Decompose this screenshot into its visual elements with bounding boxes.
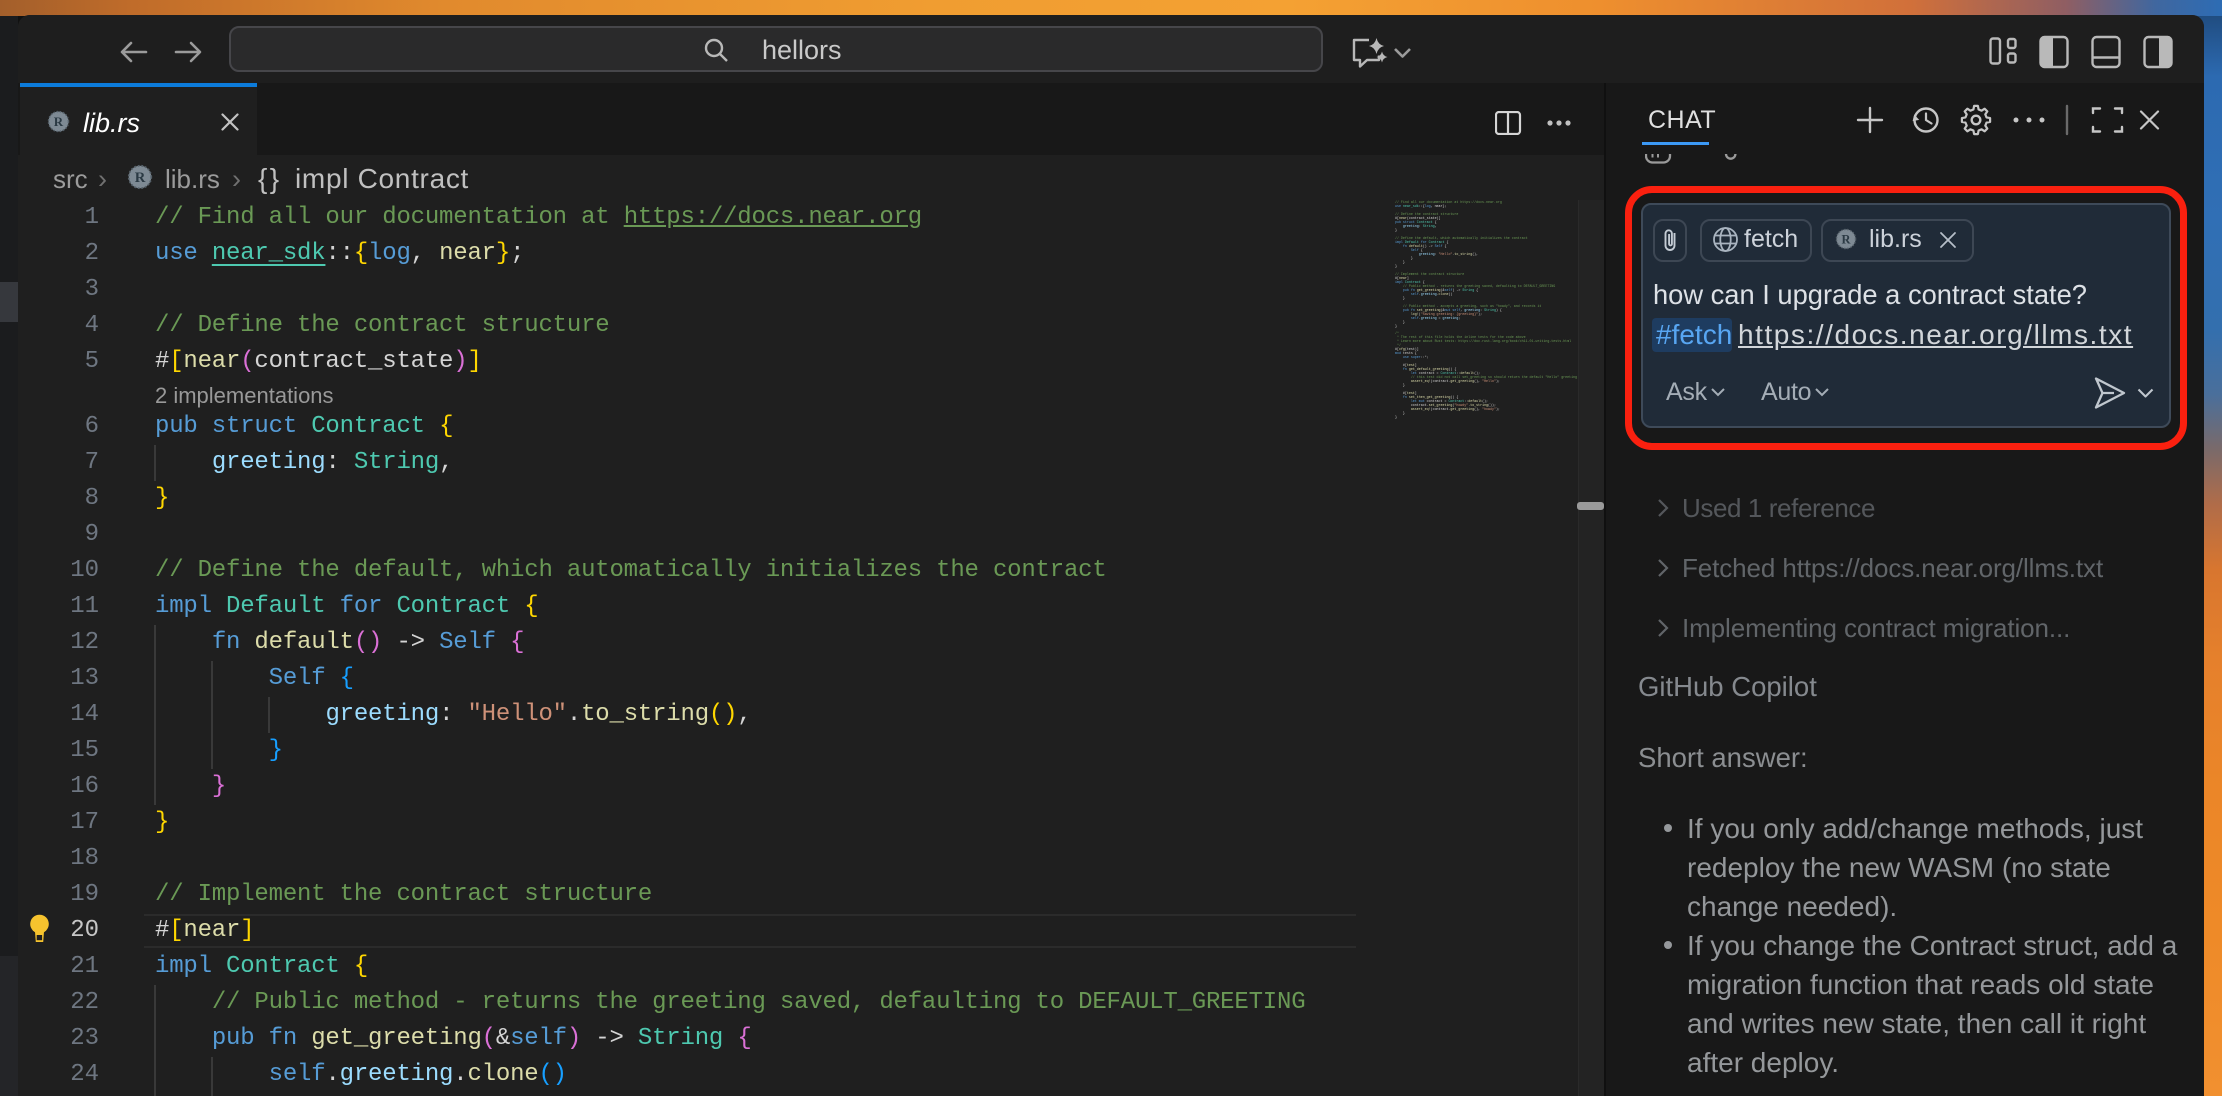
svg-text:R: R <box>135 170 146 186</box>
svg-text:R: R <box>54 114 64 129</box>
svg-text:R: R <box>1842 232 1852 246</box>
